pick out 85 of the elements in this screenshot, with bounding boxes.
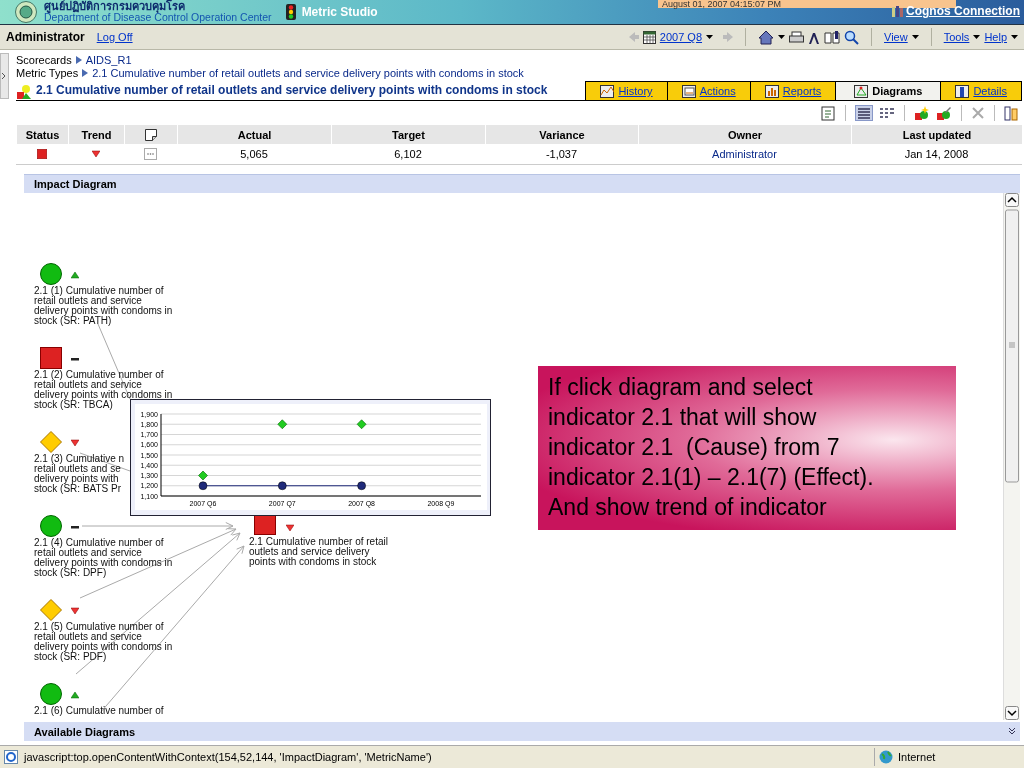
logo-icon <box>14 1 38 23</box>
section-header[interactable]: Available Diagrams <box>34 725 136 738</box>
data-point <box>356 419 367 430</box>
column-header: Last updated <box>851 125 1022 144</box>
breadcrumb-link[interactable]: AIDS_R1 <box>85 53 132 66</box>
table-cell: -1,037 <box>485 144 638 165</box>
log-off-link[interactable]: Log Off <box>96 31 133 43</box>
home-icon[interactable] <box>758 29 775 45</box>
scroll-thumb-icon[interactable] <box>1005 207 1019 483</box>
date-text: August 01, 2007 04:15:07 PM <box>662 0 782 8</box>
portal-link[interactable]: Cognos Connection <box>906 4 1020 18</box>
printer-icon[interactable] <box>789 30 805 44</box>
metric-icon <box>16 84 32 100</box>
browser-icon <box>4 750 18 764</box>
info-icon <box>955 84 970 98</box>
table-cell: 5,065 <box>177 144 331 165</box>
node-label[interactable]: 2.1 (1) Cumulative number of retail outlets and service delivery points with condoms in stock (SR: PATH) <box>34 286 173 326</box>
tab[interactable]: Reports <box>749 81 837 100</box>
table-cell: Jan 14, 2008 <box>851 144 1022 165</box>
breadcrumb-label[interactable]: Scorecards <box>16 53 72 66</box>
status-text: javascript:top.openContentWithContext(154,52,144, 'ImpactDiagram', 'MetricName') <box>24 751 432 763</box>
column-header: Trend <box>68 125 124 144</box>
node-label[interactable]: 2.1 (6) Cumulative number of <box>34 706 164 716</box>
traffic-light-icon <box>285 4 296 20</box>
menu-link[interactable]: Tools <box>943 31 970 43</box>
menu-link[interactable]: Help <box>984 31 1007 43</box>
column-header: Owner <box>638 125 851 144</box>
diagram-icon <box>854 84 869 98</box>
expand-icon[interactable] <box>1008 727 1016 735</box>
breadcrumb-link[interactable]: 2.1 Cumulative number of retail outlets and service delivery points with condoms in stock <box>92 66 524 79</box>
caret-icon[interactable] <box>1011 35 1018 39</box>
actions-icon <box>681 84 696 98</box>
node-label[interactable]: 2.1 (4) Cumulative number of retail outlets and service delivery points with condoms in stock (SR: DPF) <box>34 538 173 578</box>
tab[interactable]: Diagrams <box>835 81 942 100</box>
caret-icon[interactable] <box>706 35 714 39</box>
export-icon[interactable] <box>1004 105 1018 121</box>
expand-icon[interactable] <box>1 72 7 80</box>
caret-icon[interactable] <box>778 35 786 39</box>
detail-view-icon[interactable] <box>879 107 895 119</box>
globe-icon <box>879 750 893 764</box>
caret-icon[interactable] <box>911 35 919 39</box>
chart-icon <box>600 84 615 98</box>
portal-icon <box>891 5 903 17</box>
node-label[interactable]: 2.1 Cumulative number of retail outlets and service delivery points with condoms in stock <box>249 537 388 567</box>
callout-text: If click diagram and select indicator 2.1 that will show indicator 2.1 (Cause) from 7 indicator 2.1(1) – 2.1(7) (Effect). And show trend of indicator <box>548 373 875 522</box>
zone-label: Internet <box>898 751 936 763</box>
period-link[interactable]: 2007 Q8 <box>659 31 703 43</box>
node-label[interactable]: 2.1 (2) Cumulative number of retail outlets and service delivery points with condoms in stock (SR: TBCA) <box>34 370 173 410</box>
tab[interactable]: Actions <box>666 81 751 100</box>
list-view-icon[interactable] <box>857 107 871 119</box>
edit-item-icon[interactable] <box>936 105 952 121</box>
caret-icon[interactable] <box>973 35 981 39</box>
data-point <box>357 481 366 490</box>
scrollbar[interactable] <box>1003 193 1020 720</box>
org-name: ศูนย์ปฏิบัติการกรมควบคุมโรค <box>44 1 185 12</box>
note-icon <box>145 128 157 141</box>
book-icon[interactable] <box>824 30 841 44</box>
search-icon[interactable] <box>844 29 860 45</box>
breadcrumb-label[interactable]: Metric Types <box>16 66 79 79</box>
app-title: Metric Studio <box>301 5 378 19</box>
owner-link[interactable]: Administrator <box>638 144 851 165</box>
metric-title: 2.1 Cumulative number of retail outlets and service delivery points with condoms in stock <box>36 82 549 97</box>
org-name: Department of Disease Control Operation Center <box>44 12 272 23</box>
data-point <box>278 481 287 490</box>
scroll-up-icon[interactable] <box>1005 193 1019 207</box>
table-cell: 6,102 <box>331 144 485 165</box>
column-header: Variance <box>485 125 638 144</box>
section-header: Impact Diagram <box>24 174 1020 193</box>
scroll-down-icon[interactable] <box>1005 706 1019 720</box>
new-item-icon[interactable] <box>914 105 930 121</box>
column-header: Status <box>16 125 68 144</box>
tab[interactable]: Details <box>940 81 1022 100</box>
column-header: Actual <box>177 125 331 144</box>
data-point <box>277 419 288 430</box>
add-diagram-icon[interactable] <box>821 105 836 121</box>
data-point <box>198 481 208 490</box>
node-label[interactable]: 2.1 (5) Cumulative number of retail outlets and service delivery points with condoms in stock (SR: PDF) <box>34 622 173 662</box>
data-point <box>198 470 208 481</box>
calendar-icon[interactable] <box>642 30 656 44</box>
bar-chart-icon <box>764 84 779 98</box>
user-name: Administrator <box>6 30 85 44</box>
tab[interactable]: History <box>585 81 668 100</box>
node-label[interactable]: 2.1 (3) Cumulative n retail outlets and se delivery points with stock (SR: BATS Pr <box>34 454 125 494</box>
menu-link[interactable]: View <box>884 31 908 43</box>
column-header: Target <box>331 125 485 144</box>
